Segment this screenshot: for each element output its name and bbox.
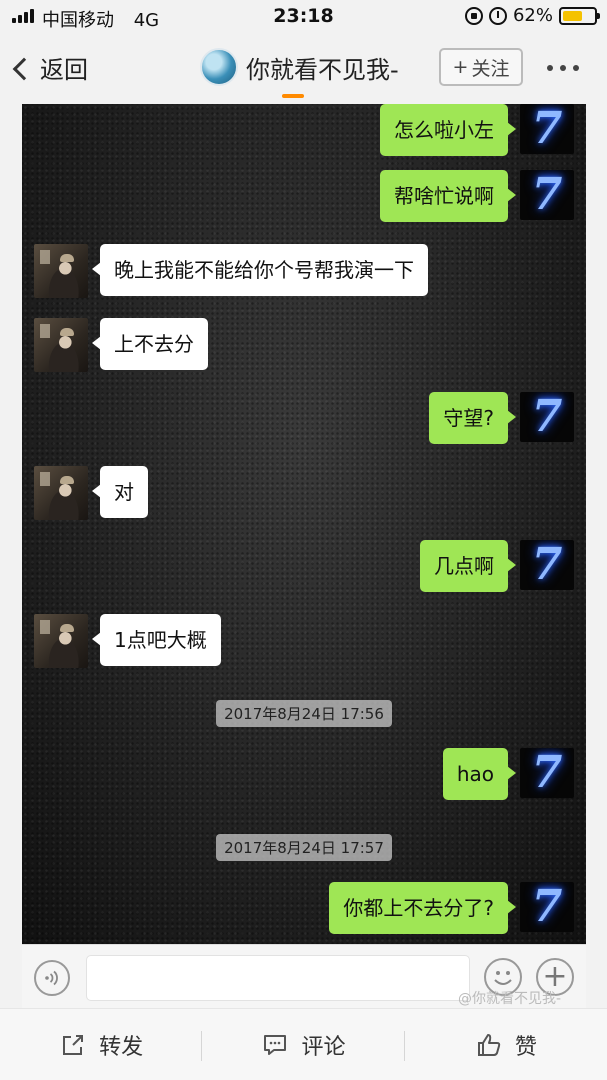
more-dots-icon[interactable] xyxy=(547,65,579,71)
follow-label: 关注 xyxy=(471,57,510,80)
follow-button[interactable]: + 关注 xyxy=(439,48,523,86)
comment-button[interactable]: 评论 xyxy=(202,1009,405,1080)
weibo-watermark: @你就看不见我- xyxy=(458,991,562,1007)
friend-message-bubble: 对 xyxy=(92,466,148,518)
battery-icon xyxy=(559,6,600,25)
back-button[interactable]: 返回 xyxy=(12,50,88,85)
friend-avatar xyxy=(34,466,88,520)
message-row: 1点吧大概 xyxy=(34,614,221,668)
post-action-bar: 转发 评论 赞 xyxy=(0,1008,607,1080)
message-row: 几点啊 7 xyxy=(420,540,574,592)
my-message-bubble: 你都上不去分了? xyxy=(329,882,516,934)
message-row: 晚上我能不能给你个号帮我演一下 xyxy=(34,244,428,298)
message-row: 对 xyxy=(34,466,148,520)
comment-icon xyxy=(264,1034,287,1055)
like-label: 赞 xyxy=(514,1034,537,1060)
page-title: 你就看不见我- xyxy=(246,55,399,84)
chevron-left-icon xyxy=(12,57,36,80)
battery-percent: 62% xyxy=(512,5,553,26)
message-row: 怎么啦小左 7 xyxy=(380,104,574,156)
message-row: 帮啥忙说啊 7 xyxy=(380,170,574,222)
my-avatar: 7 xyxy=(520,748,574,798)
chat-screenshot: 怎么啦小左 7 帮啥忙说啊 7 晚上我能不能给你个号帮我演一下 上不去分 守望?… xyxy=(22,104,586,944)
active-indicator xyxy=(282,94,304,98)
share-icon xyxy=(63,1034,84,1055)
status-bar: 中国移动 4G 23:18 62% xyxy=(0,0,607,36)
voice-icon[interactable] xyxy=(34,960,70,996)
friend-avatar xyxy=(34,318,88,372)
friend-message-bubble: 晚上我能不能给你个号帮我演一下 xyxy=(92,244,428,296)
message-row: hao 7 xyxy=(442,748,574,800)
chat-timestamp: 2017年8月24日 17:57 xyxy=(22,834,586,861)
my-avatar: 7 xyxy=(520,882,574,932)
message-row: 守望? 7 xyxy=(429,392,574,444)
nav-bar: 返回 你就看不见我- + 关注 xyxy=(0,36,607,102)
like-button[interactable]: 赞 xyxy=(405,1009,607,1080)
forward-button[interactable]: 转发 xyxy=(0,1009,203,1080)
plus-icon: + xyxy=(452,56,469,78)
my-message-bubble: 怎么啦小左 xyxy=(380,104,516,156)
friend-avatar xyxy=(34,244,88,298)
my-avatar: 7 xyxy=(520,392,574,442)
my-avatar: 7 xyxy=(520,170,574,220)
message-row: 你都上不去分了? 7 xyxy=(329,882,574,934)
rotation-lock-icon xyxy=(464,6,483,25)
my-message-bubble: hao xyxy=(442,748,517,800)
comment-label: 评论 xyxy=(301,1034,346,1060)
avatar[interactable] xyxy=(200,48,238,86)
chat-timestamp: 2017年8月24日 17:56 xyxy=(22,700,586,727)
forward-label: 转发 xyxy=(99,1034,144,1060)
friend-message-bubble: 上不去分 xyxy=(92,318,208,370)
my-message-bubble: 守望? xyxy=(429,392,516,444)
my-message-bubble: 几点啊 xyxy=(420,540,516,592)
weibo-post-screenshot: 中国移动 4G 23:18 62% 返回 你就看不见我- + 关注 怎么啦小左 … xyxy=(0,0,607,1080)
thumbs-up-icon xyxy=(477,1033,501,1056)
friend-message-bubble: 1点吧大概 xyxy=(92,614,221,666)
message-row: 上不去分 xyxy=(34,318,208,372)
message-input[interactable] xyxy=(86,955,470,1001)
user-header[interactable]: 你就看不见我- xyxy=(200,48,399,86)
my-avatar: 7 xyxy=(520,540,574,590)
friend-avatar xyxy=(34,614,88,668)
alarm-icon xyxy=(488,6,507,25)
my-message-bubble: 帮啥忙说啊 xyxy=(380,170,516,222)
back-label: 返回 xyxy=(40,56,88,84)
my-avatar: 7 xyxy=(520,104,574,154)
